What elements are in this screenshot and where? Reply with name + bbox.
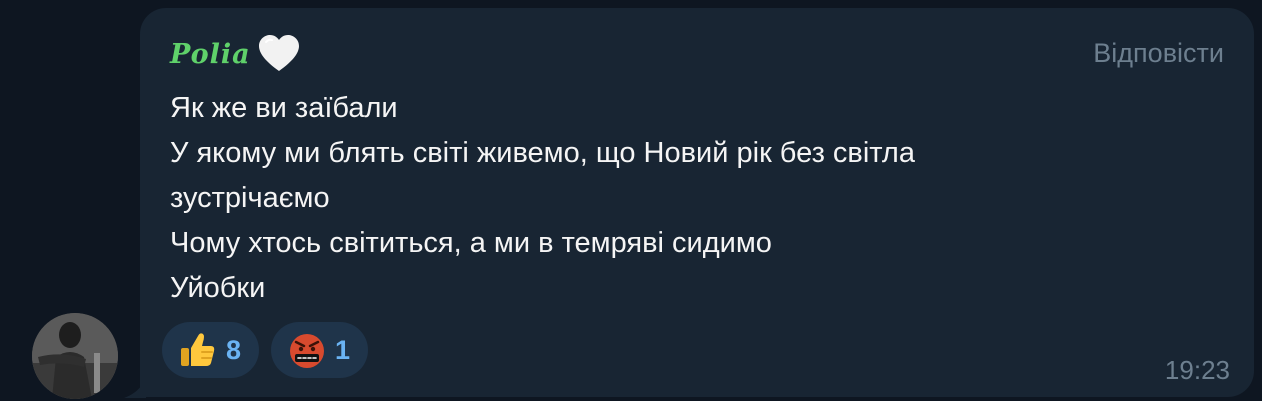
- message-sender: Polia: [170, 34, 301, 74]
- reactions-bar: 8 1: [162, 322, 369, 378]
- reaction-thumbs-up[interactable]: 8: [162, 322, 260, 378]
- sender-name[interactable]: Polia: [170, 39, 251, 70]
- message-line: У якому ми блять світі живемо, що Новий …: [170, 137, 915, 169]
- avatar[interactable]: [32, 313, 118, 399]
- message-timestamp: 19:23: [1164, 355, 1230, 385]
- reaction-count: 8: [226, 334, 242, 365]
- message-line: зустрічаємо: [170, 182, 330, 214]
- message-text: Як же ви заїбали У якому ми блять світі …: [170, 86, 915, 311]
- white-heart-icon: [258, 35, 299, 71]
- message-line: Чому хтось світиться, а ми в темряві сид…: [170, 227, 772, 259]
- reply-button[interactable]: Відповісти: [1093, 38, 1224, 69]
- message-line: Уйобки: [170, 272, 266, 304]
- reaction-count: 1: [335, 334, 351, 365]
- cursing-face-icon: [290, 334, 325, 368]
- avatar-photo: [32, 313, 118, 399]
- message-line: Як же ви заїбали: [170, 92, 398, 124]
- reaction-cursing-face[interactable]: 1: [271, 322, 369, 378]
- thumbs-up-icon: [181, 333, 215, 366]
- message-bubble[interactable]: Polia Відповісти Як же ви заїбали У яком…: [140, 8, 1254, 397]
